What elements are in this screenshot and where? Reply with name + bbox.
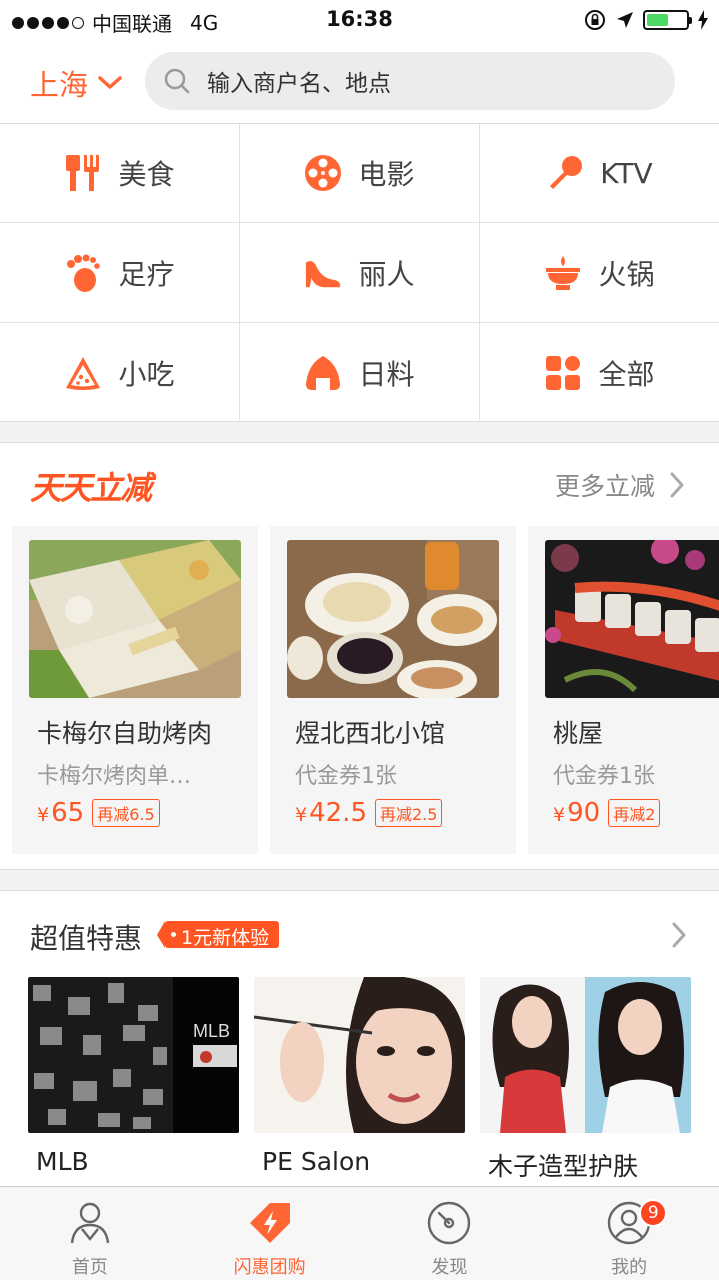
category-label: 小吃: [118, 357, 175, 391]
microphone-icon: [546, 154, 584, 192]
chevron-right-icon[interactable]: [671, 921, 687, 949]
deal-price-row: ¥42.5 再减2.5: [295, 798, 443, 828]
tab-label: 我的: [611, 1257, 648, 1278]
category-all[interactable]: 全部: [480, 323, 719, 422]
lightning-tag-icon: [249, 1203, 290, 1243]
category-label: 火锅: [598, 257, 655, 291]
deal-image-buffet: [29, 540, 241, 698]
charging-bolt-icon: [698, 10, 708, 30]
discount-tag: 再减2.5: [374, 799, 443, 827]
super-deal-name: PE Salon: [262, 1147, 371, 1176]
super-deal-name: 木子造型护肤: [488, 1152, 639, 1181]
svg-text:MLB: MLB: [193, 1021, 230, 1041]
super-deals-title: 超值特惠: [30, 922, 143, 955]
deal-subtitle: 卡梅尔烤肉单…: [37, 764, 192, 789]
home-person-icon: [70, 1202, 110, 1244]
compass-icon: [428, 1201, 471, 1245]
deal-subtitle: 代金券1张: [553, 764, 655, 789]
super-deal-list: MLB MLB PE Salon 木子造型护肤: [28, 977, 691, 1183]
category-snack[interactable]: 小吃: [0, 323, 240, 422]
onigiri-icon: [304, 354, 342, 392]
search-icon: [164, 68, 190, 94]
super-deal-image-muzi: [480, 977, 691, 1133]
notification-badge: 9: [639, 1199, 668, 1227]
daily-deals-section: 天天立减 更多立减 卡梅尔自助烤肉 卡梅尔烤肉单… ¥65 再减6.5 煜北西北…: [0, 442, 719, 870]
deal-price-row: ¥90 再减2: [553, 798, 661, 828]
category-food[interactable]: 美食: [0, 124, 240, 223]
chevron-down-icon: [98, 76, 122, 89]
hotpot-icon: [544, 254, 582, 292]
location-arrow-icon: [617, 12, 633, 28]
deal-price: ¥65: [37, 798, 85, 828]
category-label: 丽人: [358, 257, 415, 291]
deal-subtitle: 代金券1张: [295, 764, 397, 789]
deal-price: ¥90: [553, 798, 601, 828]
category-label: 美食: [118, 158, 175, 191]
film-reel-icon: [304, 154, 342, 192]
search-placeholder: 输入商户名、地点: [207, 71, 391, 97]
tab-flash-deals[interactable]: 闪惠团购: [180, 1187, 360, 1280]
category-grid: 美食 电影 KTV 足疗 丽人 火锅 小吃 日料 全部: [0, 124, 719, 422]
daily-deals-logo: 天天立减: [30, 469, 152, 507]
category-label: 足疗: [118, 257, 175, 291]
category-foot-massage[interactable]: 足疗: [0, 223, 240, 323]
footprint-icon: [64, 254, 102, 292]
deal-card[interactable]: 煜北西北小馆 代金券1张 ¥42.5 再减2.5: [270, 526, 516, 854]
category-hotpot[interactable]: 火锅: [480, 223, 719, 323]
utensils-icon: [64, 154, 102, 192]
deal-card[interactable]: 桃屋 代金券1张 ¥90 再减2: [528, 526, 719, 854]
more-deals-link[interactable]: 更多立减: [555, 467, 685, 503]
bottom-tab-bar: 首页 闪惠团购 发现 我的 9: [0, 1186, 719, 1280]
city-name: 上海: [30, 68, 89, 102]
deal-image-noodles: [287, 540, 499, 698]
super-deal-card[interactable]: 木子造型护肤: [480, 977, 691, 1183]
deal-title: 卡梅尔自助烤肉: [37, 719, 213, 748]
grid-icon: [544, 354, 582, 392]
city-selector[interactable]: 上海: [30, 62, 122, 104]
tab-discover[interactable]: 发现: [360, 1187, 540, 1280]
category-ktv[interactable]: KTV: [480, 124, 719, 223]
category-movie[interactable]: 电影: [240, 124, 480, 223]
deal-price-row: ¥65 再减6.5: [37, 798, 160, 828]
category-label: 电影: [358, 158, 415, 191]
deal-card[interactable]: 卡梅尔自助烤肉 卡梅尔烤肉单… ¥65 再减6.5: [12, 526, 258, 854]
tab-label: 发现: [431, 1257, 468, 1278]
deal-price: ¥42.5: [295, 798, 367, 828]
category-japanese[interactable]: 日料: [240, 323, 480, 422]
deal-title: 桃屋: [553, 719, 604, 748]
top-header: 上海 输入商户名、地点: [0, 40, 719, 124]
super-deal-name: MLB: [36, 1147, 89, 1176]
category-label: 日料: [358, 357, 415, 391]
chevron-right-icon: [670, 472, 684, 498]
tab-label: 首页: [71, 1257, 108, 1278]
status-icons: [583, 8, 709, 32]
deal-title: 煜北西北小馆: [295, 719, 446, 748]
pizza-slice-icon: [64, 354, 102, 392]
deal-card-list: 卡梅尔自助烤肉 卡梅尔烤肉单… ¥65 再减6.5 煜北西北小馆 代金券1张 ¥…: [12, 526, 719, 854]
super-deal-card[interactable]: PE Salon: [254, 977, 465, 1183]
rotation-lock-icon: [585, 10, 605, 30]
super-deals-section: 超值特惠 1元新体验 MLB MLB PE Salon 木子造型护肤: [0, 890, 719, 1190]
tab-home[interactable]: 首页: [0, 1187, 180, 1280]
category-beauty[interactable]: 丽人: [240, 223, 480, 323]
new-experience-badge: 1元新体验: [156, 921, 280, 949]
super-deal-image-mlb: MLB: [28, 977, 239, 1133]
status-bar: 中国联通 4G 16:38: [0, 0, 719, 40]
tab-profile[interactable]: 我的 9: [539, 1187, 719, 1280]
search-input[interactable]: 输入商户名、地点: [145, 52, 675, 110]
discount-tag: 再减2: [608, 799, 661, 827]
super-deal-image-pe-salon: [254, 977, 465, 1133]
super-deal-card[interactable]: MLB MLB: [28, 977, 239, 1183]
tab-label: 闪惠团购: [233, 1257, 306, 1278]
more-deals-label: 更多立减: [554, 472, 655, 501]
discount-tag: 再减6.5: [92, 799, 160, 827]
category-label: 全部: [598, 357, 655, 391]
high-heel-icon: [304, 254, 342, 292]
battery-icon: [643, 10, 692, 30]
deal-image-sushi: [545, 540, 719, 698]
category-label: KTV: [600, 156, 653, 190]
